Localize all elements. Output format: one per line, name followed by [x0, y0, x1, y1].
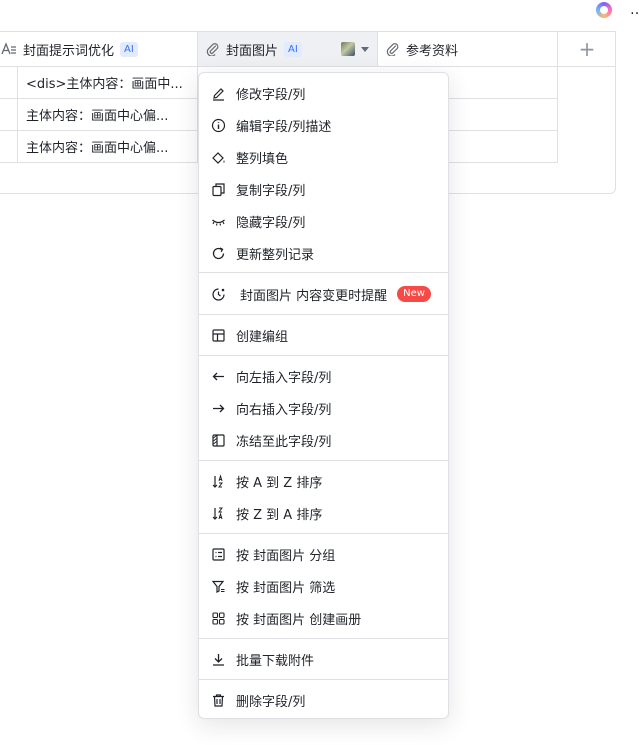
menu-item-insert-left[interactable]: 向左插入字段/列 — [203, 361, 444, 391]
prompt-cell[interactable]: <dis>主体内容：画面中... — [18, 67, 198, 99]
column-header-cover-image[interactable]: 封面图片 AI — [198, 32, 378, 67]
menu-item-label: 隐藏字段/列 — [236, 215, 306, 231]
image-thumbnail-icon — [341, 42, 355, 56]
attachment-icon — [386, 43, 399, 56]
menu-divider — [199, 638, 448, 639]
filter-icon — [211, 580, 225, 593]
top-right-toolbar: … — [596, 2, 639, 22]
row-index-cell[interactable] — [0, 99, 18, 131]
menu-item-change-reminder[interactable]: 封面图片 内容变更时提醒 New — [203, 279, 444, 309]
prompt-cell[interactable]: 主体内容：画面中心偏... — [18, 99, 198, 131]
pencil-icon — [213, 87, 224, 101]
menu-item-delete-field[interactable]: 删除字段/列 — [203, 685, 444, 715]
menu-item-label: 编辑字段/列描述 — [236, 119, 332, 135]
row-index-cell[interactable] — [0, 131, 18, 163]
menu-item-label: 按 封面图片 筛选 — [236, 580, 336, 596]
menu-divider — [199, 314, 448, 315]
chevron-down-icon[interactable] — [361, 46, 369, 52]
ai-text-field-icon — [1, 42, 16, 55]
prompt-cell[interactable]: 主体内容：画面中心偏... — [18, 131, 198, 163]
new-badge: New — [397, 286, 431, 302]
menu-item-label: 按 封面图片 分组 — [236, 548, 336, 564]
menu-item-hide-field[interactable]: 隐藏字段/列 — [203, 206, 444, 236]
menu-item-group-by[interactable]: 按 封面图片 分组 — [203, 539, 444, 569]
menu-item-freeze-field[interactable]: 冻结至此字段/列 — [203, 425, 444, 455]
menu-divider — [199, 533, 448, 534]
menu-item-label: 封面图片 内容变更时提醒 — [240, 288, 388, 304]
menu-item-label: 更新整列记录 — [236, 247, 315, 263]
ai-badge: AI — [120, 41, 138, 57]
column-header-prompt[interactable]: 封面提示词优化 AI — [0, 32, 198, 67]
column-context-menu: 修改字段/列 编辑字段/列描述 整列填色 复制字段/列 隐藏字段/列 更新整列记… — [198, 72, 449, 719]
menu-item-label: 按 A 到 Z 排序 — [236, 475, 323, 491]
more-icon[interactable]: … — [630, 2, 639, 18]
sort-desc-icon — [212, 507, 223, 520]
column-header-references[interactable]: 参考资料 — [378, 32, 558, 67]
menu-item-refresh-records[interactable]: 更新整列记录 — [203, 238, 444, 268]
column-header-label: 封面图片 — [226, 43, 279, 59]
add-column-button[interactable]: + — [558, 32, 616, 67]
info-icon — [211, 118, 226, 132]
menu-item-sort-asc[interactable]: 按 A 到 Z 排序 — [203, 466, 444, 496]
list-group-icon — [212, 547, 225, 561]
group-layout-icon — [212, 328, 225, 342]
menu-item-fill-color[interactable]: 整列填色 — [203, 142, 444, 172]
row-index-cell[interactable] — [0, 67, 18, 99]
menu-item-batch-download[interactable]: 批量下载附件 — [203, 644, 444, 674]
assistant-logo-icon[interactable] — [596, 2, 612, 18]
paint-bucket-icon — [212, 151, 225, 164]
clock-alert-icon — [212, 287, 225, 301]
menu-divider — [199, 272, 448, 273]
menu-item-sort-desc[interactable]: 按 Z 到 A 排序 — [203, 498, 444, 528]
menu-item-label: 向右插入字段/列 — [236, 402, 332, 418]
menu-item-label: 按 Z 到 A 排序 — [236, 507, 323, 523]
menu-item-label: 复制字段/列 — [236, 183, 306, 199]
menu-item-label: 按 封面图片 创建画册 — [236, 612, 362, 628]
menu-item-label: 删除字段/列 — [236, 694, 306, 710]
ai-badge: AI — [284, 41, 302, 57]
copy-icon — [212, 182, 225, 196]
menu-divider — [199, 460, 448, 461]
menu-divider — [199, 355, 448, 356]
column-header-label: 封面提示词优化 — [23, 43, 115, 59]
gallery-icon — [212, 611, 225, 625]
menu-item-create-group[interactable]: 创建编组 — [203, 320, 444, 350]
download-icon — [213, 653, 224, 666]
arrow-right-icon — [213, 404, 225, 412]
menu-item-filter-by[interactable]: 按 封面图片 筛选 — [203, 571, 444, 601]
column-header-label: 参考资料 — [406, 43, 459, 59]
menu-item-label: 整列填色 — [236, 151, 289, 167]
menu-item-create-gallery[interactable]: 按 封面图片 创建画册 — [203, 603, 444, 633]
menu-item-insert-right[interactable]: 向右插入字段/列 — [203, 393, 444, 423]
menu-item-label: 修改字段/列 — [236, 87, 306, 103]
menu-item-edit-field[interactable]: 修改字段/列 — [203, 78, 444, 108]
menu-item-copy-field[interactable]: 复制字段/列 — [203, 174, 444, 204]
attachment-icon — [206, 43, 219, 56]
refresh-icon — [212, 246, 225, 259]
trash-icon — [213, 693, 224, 707]
eye-closed-icon — [212, 219, 225, 226]
arrow-left-icon — [212, 372, 224, 380]
menu-item-label: 创建编组 — [236, 329, 289, 345]
menu-item-label: 批量下载附件 — [236, 653, 315, 669]
sort-asc-icon — [212, 473, 223, 488]
menu-item-label: 冻结至此字段/列 — [236, 434, 332, 450]
menu-item-edit-description[interactable]: 编辑字段/列描述 — [203, 110, 444, 140]
menu-item-label: 向左插入字段/列 — [236, 370, 332, 386]
freeze-icon — [212, 433, 225, 447]
menu-divider — [199, 679, 448, 680]
